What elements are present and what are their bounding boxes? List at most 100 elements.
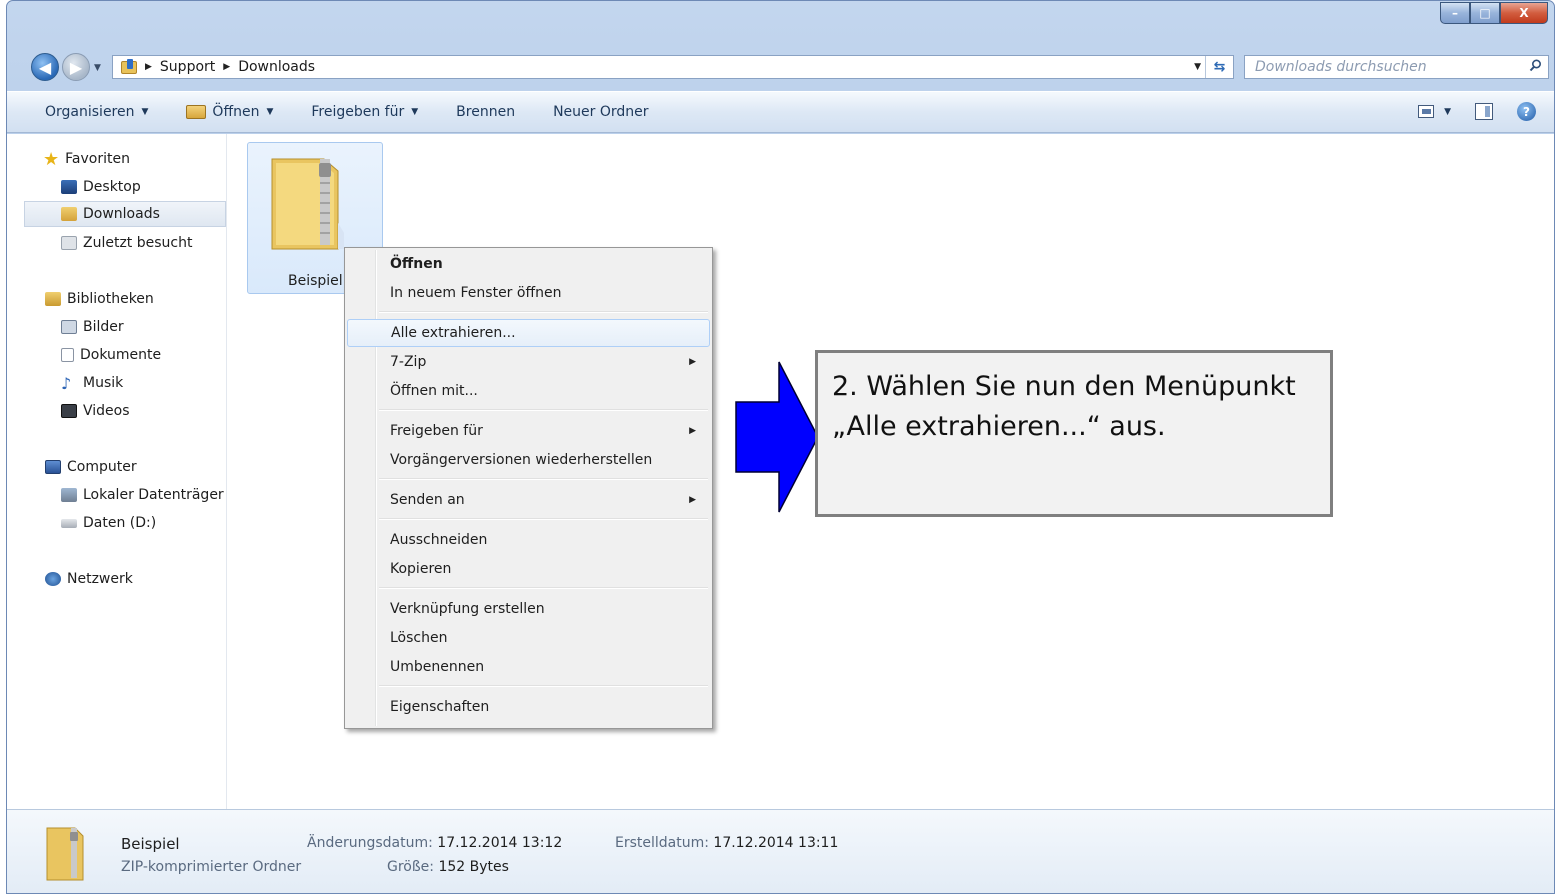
sidebar-item-desktop[interactable]: Desktop <box>61 174 141 200</box>
sidebar-item-network[interactable]: Netzwerk <box>45 566 133 592</box>
chevron-right-icon[interactable]: ▶ <box>145 62 152 72</box>
details-size: Größe: 152 Bytes <box>387 859 509 875</box>
back-button[interactable]: ◀ <box>31 53 59 81</box>
details-pane: Beispiel ZIP-komprimierter Ordner Änderu… <box>7 809 1554 893</box>
address-dropdown-icon[interactable]: ▼ <box>1194 62 1201 72</box>
back-arrow-icon: ◀ <box>38 57 52 77</box>
menu-separator <box>379 409 708 411</box>
sidebar-item-libraries[interactable]: Bibliotheken <box>45 286 154 312</box>
help-icon[interactable]: ? <box>1517 102 1536 121</box>
menu-item-copy[interactable]: Kopieren <box>347 555 710 583</box>
recent-pages-dropdown-icon[interactable]: ▼ <box>94 63 101 73</box>
sidebar-item-label: Dokumente <box>80 347 162 363</box>
command-bar: Organisieren ▼ Öffnen ▼ Freigeben für ▼ Bre… <box>7 91 1554 133</box>
minimize-button[interactable]: – <box>1440 2 1470 24</box>
zip-folder-icon <box>46 827 84 881</box>
menu-item-cut[interactable]: Ausschneiden <box>347 526 710 554</box>
menu-item-open[interactable]: Öffnen <box>347 250 710 278</box>
created-value: 17.12.2014 13:11 <box>713 835 839 851</box>
callout-text: 2. Wählen Sie nun den Menüpunkt „Alle ex… <box>832 371 1296 442</box>
burn-button[interactable]: Brennen <box>456 104 515 120</box>
menu-item-create-shortcut[interactable]: Verknüpfung erstellen <box>347 595 710 623</box>
sidebar-item-favorites[interactable]: ★ Favoriten <box>43 146 130 172</box>
sidebar-item-music[interactable]: ♪ Musik <box>61 370 123 396</box>
menu-item-open-with[interactable]: Öffnen mit... <box>347 377 710 405</box>
organize-menu[interactable]: Organisieren ▼ <box>45 104 148 120</box>
desktop-icon <box>61 180 77 194</box>
forward-arrow-icon: ▶ <box>69 57 83 77</box>
menu-item-label: Freigeben für <box>390 423 483 439</box>
details-file-name: Beispiel <box>121 835 180 853</box>
menu-item-extract-all[interactable]: Alle extrahieren... <box>347 319 710 347</box>
menu-item-previous-versions[interactable]: Vorgängerversionen wiederherstellen <box>347 446 710 474</box>
chevron-down-icon[interactable]: ▼ <box>1444 107 1451 117</box>
menu-item-send-to[interactable]: Senden an ▶ <box>347 486 710 514</box>
search-icon[interactable] <box>1529 59 1542 72</box>
caption-buttons: – □ X <box>1440 2 1548 24</box>
sidebar-item-label: Musik <box>83 375 124 391</box>
downloads-folder-icon <box>61 207 77 221</box>
sidebar-item-label: Favoriten <box>65 151 130 167</box>
breadcrumb-downloads[interactable]: Downloads <box>238 59 315 75</box>
preview-pane-icon[interactable] <box>1475 103 1493 120</box>
sidebar-item-documents[interactable]: Dokumente <box>61 342 161 368</box>
sidebar-item-label: Desktop <box>83 179 141 195</box>
sidebar-item-recent[interactable]: Zuletzt besucht <box>61 230 192 256</box>
computer-icon <box>45 460 61 474</box>
new-folder-button[interactable]: Neuer Ordner <box>553 104 648 120</box>
open-menu[interactable]: Öffnen ▼ <box>186 104 273 120</box>
sidebar-item-label: Computer <box>67 459 137 475</box>
pictures-icon <box>61 320 77 334</box>
menu-item-7zip[interactable]: 7-Zip ▶ <box>347 348 710 376</box>
instruction-callout: 2. Wählen Sie nun den Menüpunkt „Alle ex… <box>815 350 1333 517</box>
menu-item-label: Senden an <box>390 492 465 508</box>
share-label: Freigeben für <box>311 104 405 120</box>
sidebar-item-local-disk[interactable]: Lokaler Datenträger <box>61 482 224 508</box>
sidebar-item-data-drive[interactable]: Daten (D:) <box>61 510 156 536</box>
sidebar-item-label: Zuletzt besucht <box>83 235 193 251</box>
menu-item-rename[interactable]: Umbenennen <box>347 653 710 681</box>
menu-separator <box>379 518 708 520</box>
sidebar-item-computer[interactable]: Computer <box>45 454 137 480</box>
details-file-type: ZIP-komprimierter Ordner <box>121 859 302 875</box>
breadcrumb-support[interactable]: Support <box>160 59 215 75</box>
local-disk-icon <box>61 488 77 502</box>
sidebar-item-label: Daten (D:) <box>83 515 157 531</box>
sidebar-item-downloads[interactable]: Downloads <box>24 201 226 227</box>
open-folder-icon <box>186 105 207 119</box>
navigation-bar: ◀ ▶ ▼ ▶ Support ▶ Downloads ▼ ⇆ <box>7 49 1554 85</box>
share-menu[interactable]: Freigeben für ▼ <box>311 104 418 120</box>
recent-places-icon <box>61 236 77 250</box>
file-name-label: Beispiel <box>288 273 343 289</box>
menu-separator <box>379 685 708 687</box>
new-folder-label: Neuer Ordner <box>553 104 649 120</box>
menu-item-delete[interactable]: Löschen <box>347 624 710 652</box>
menu-item-label: 7-Zip <box>390 354 427 370</box>
downloads-folder-icon <box>121 58 137 74</box>
forward-button[interactable]: ▶ <box>62 53 90 81</box>
sidebar-item-label: Bibliotheken <box>67 291 154 307</box>
sidebar-item-pictures[interactable]: Bilder <box>61 314 124 340</box>
documents-icon <box>61 348 74 362</box>
organize-label: Organisieren <box>45 104 135 120</box>
menu-item-properties[interactable]: Eigenschaften <box>347 693 710 721</box>
change-view-icon[interactable] <box>1418 105 1435 118</box>
search-input[interactable] <box>1255 59 1517 75</box>
sidebar-item-label: Videos <box>83 403 130 419</box>
submenu-arrow-icon: ▶ <box>689 495 696 505</box>
navigation-pane: ★ Favoriten Desktop Downloads Zuletzt bes… <box>7 134 227 809</box>
size-value: 152 Bytes <box>438 859 509 875</box>
submenu-arrow-icon: ▶ <box>689 357 696 367</box>
chevron-right-icon[interactable]: ▶ <box>223 62 230 72</box>
size-label: Größe: <box>387 859 435 875</box>
menu-separator <box>379 587 708 589</box>
menu-item-share-with[interactable]: Freigeben für ▶ <box>347 417 710 445</box>
sidebar-item-videos[interactable]: Videos <box>61 398 130 424</box>
refresh-icon[interactable]: ⇆ <box>1205 56 1233 78</box>
close-button[interactable]: X <box>1500 2 1548 24</box>
search-box[interactable] <box>1244 55 1549 79</box>
address-bar[interactable]: ▶ Support ▶ Downloads ▼ ⇆ <box>112 55 1234 79</box>
maximize-button[interactable]: □ <box>1470 2 1500 24</box>
menu-item-open-new-window[interactable]: In neuem Fenster öffnen <box>347 279 710 307</box>
chevron-down-icon: ▼ <box>411 107 419 117</box>
